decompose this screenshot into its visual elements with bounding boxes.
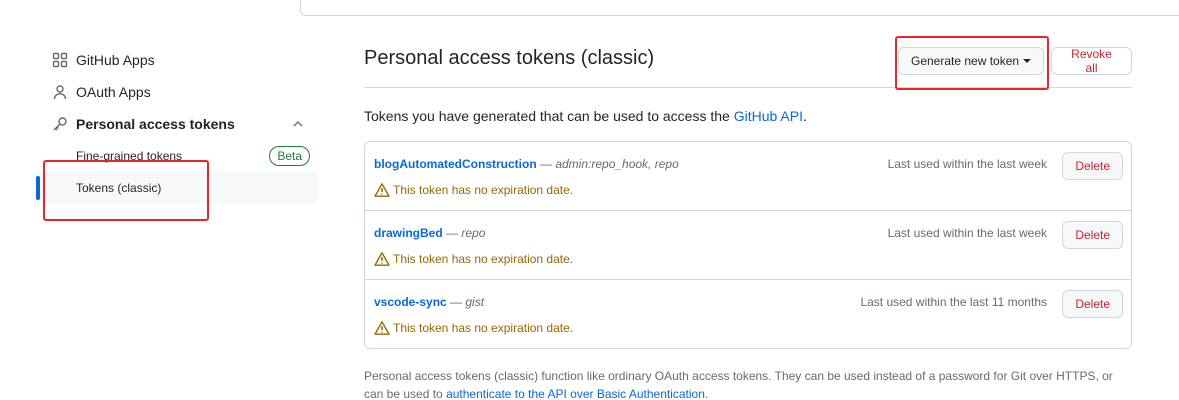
top-bar (0, 0, 1179, 18)
token-scopes: admin:repo_hook, repo (555, 157, 679, 171)
token-name-link[interactable]: drawingBed (374, 226, 443, 240)
footer-end: . (704, 387, 709, 400)
sidebar-item-label: GitHub Apps (76, 52, 155, 68)
sidebar-item-label: Personal access tokens (76, 116, 235, 132)
token-list: blogAutomatedConstruction — admin:repo_h… (364, 141, 1132, 349)
page-title: Personal access tokens (classic) (364, 47, 655, 69)
expiration-warning: This token has no expiration date. (374, 182, 573, 198)
sidebar-item-oauth-apps[interactable]: OAuth Apps (36, 76, 318, 108)
page-header: Personal access tokens (classic) Generat… (364, 36, 1132, 88)
delete-token-button[interactable]: Delete (1062, 152, 1123, 180)
alert-icon (374, 320, 390, 336)
intro-text: Tokens you have generated that can be us… (364, 108, 807, 124)
sidebar-subitem-label: Fine-grained tokens (76, 149, 183, 163)
token-row: vscode-sync — gist This token has no exp… (365, 280, 1131, 349)
token-scopes: repo (461, 226, 486, 240)
token-scopes: gist (465, 295, 485, 309)
token-name-link[interactable]: vscode-sync (374, 295, 447, 309)
token-row: blogAutomatedConstruction — admin:repo_h… (365, 142, 1131, 211)
warning-text: This token has no expiration date. (393, 183, 574, 197)
token-separator: — (536, 157, 556, 171)
token-title-line: vscode-sync — gist (374, 295, 484, 309)
basic-auth-link[interactable]: authenticate to the API over Basic Authe… (446, 387, 705, 400)
sidebar-item-github-apps[interactable]: GitHub Apps (36, 44, 318, 76)
intro-text-body: Tokens you have generated that can be us… (364, 108, 734, 124)
last-used-text: Last used within the last week (887, 157, 1047, 171)
sidebar-item-label: OAuth Apps (76, 84, 151, 100)
footer-description: Personal access tokens (classic) functio… (364, 367, 1132, 400)
warning-text: This token has no expiration date. (393, 252, 574, 266)
github-api-link[interactable]: GitHub API (734, 108, 803, 124)
sidebar-subitem-label: Tokens (classic) (76, 181, 162, 195)
token-name-link[interactable]: blogAutomatedConstruction (374, 157, 537, 171)
revoke-all-button[interactable]: Revoke all (1051, 47, 1132, 75)
generate-new-token-button[interactable]: Generate new token (898, 47, 1045, 75)
main-content: Personal access tokens (classic) Generat… (364, 36, 1132, 400)
token-title-line: drawingBed — repo (374, 226, 485, 240)
token-separator: — (442, 226, 462, 240)
delete-token-button[interactable]: Delete (1062, 221, 1123, 249)
intro-text-end: . (802, 108, 807, 124)
warning-text: This token has no expiration date. (393, 321, 574, 335)
token-row: drawingBed — repo This token has no expi… (365, 211, 1131, 280)
caret-down-icon (1023, 59, 1032, 63)
sidebar-subitem-fine-grained-tokens[interactable]: Fine-grained tokens Beta (36, 140, 318, 172)
beta-badge: Beta (269, 146, 310, 166)
sidebar-item-personal-access-tokens[interactable]: Personal access tokens (36, 108, 318, 140)
person-icon (52, 84, 68, 100)
sidebar-subitem-tokens-classic[interactable]: Tokens (classic) (36, 172, 318, 204)
token-title-line: blogAutomatedConstruction — admin:repo_h… (374, 157, 679, 171)
last-used-text: Last used within the last 11 months (860, 295, 1047, 309)
key-icon (52, 116, 68, 132)
token-separator: — (446, 295, 466, 309)
alert-icon (374, 182, 390, 198)
chevron-up-icon[interactable] (290, 116, 306, 132)
last-used-text: Last used within the last week (887, 226, 1047, 240)
expiration-warning: This token has no expiration date. (374, 320, 573, 336)
alert-icon (374, 251, 390, 267)
delete-token-button[interactable]: Delete (1062, 290, 1123, 318)
generate-new-token-label: Generate new token (911, 54, 1020, 68)
top-bar-box (300, 0, 1179, 16)
settings-sidebar: GitHub Apps OAuth Apps Personal access t… (36, 44, 318, 204)
apps-icon (52, 52, 68, 68)
expiration-warning: This token has no expiration date. (374, 251, 573, 267)
